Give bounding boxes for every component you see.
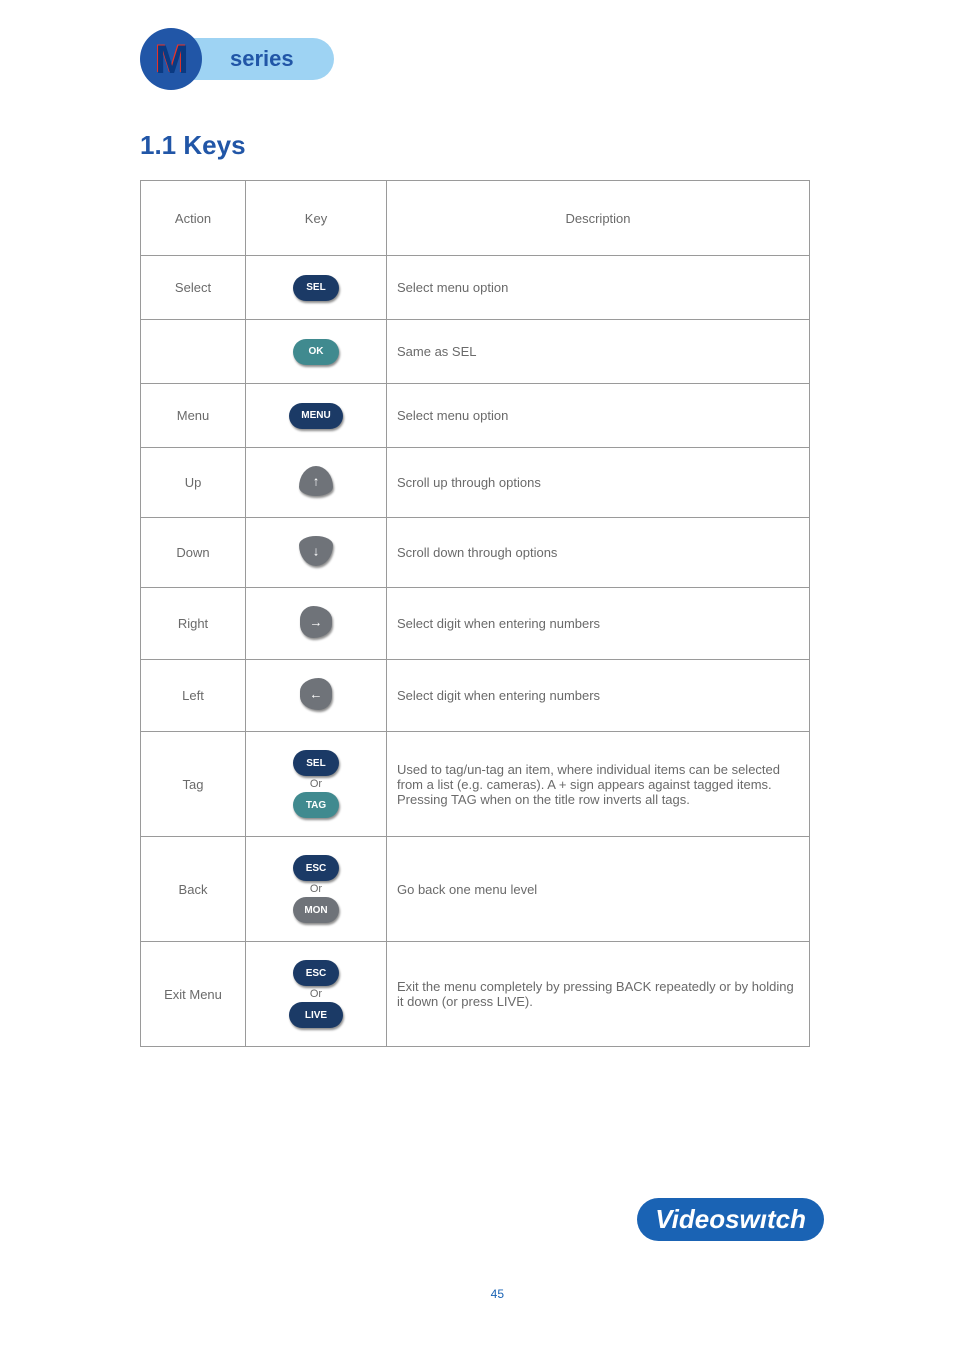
arrow-right-icon: →	[300, 606, 332, 638]
cell-desc: Same as SEL	[387, 320, 810, 384]
cell-key: MENU	[246, 384, 387, 448]
cell-desc: Select menu option	[387, 384, 810, 448]
cell-desc: Scroll down through options	[387, 518, 810, 588]
cell-action: Up	[141, 448, 246, 518]
cell-key: SEL Or TAG	[246, 732, 387, 837]
esc-key: ESC	[293, 960, 339, 986]
table-row: Select SEL Select menu option	[141, 256, 810, 320]
cell-action: Menu	[141, 384, 246, 448]
keys-table: Action Key Description Select SEL Select m…	[140, 180, 810, 1047]
or-label: Or	[310, 778, 322, 790]
cell-key: →	[246, 588, 387, 660]
tag-key: TAG	[293, 792, 339, 818]
menu-key: MENU	[289, 403, 343, 429]
cell-desc: Used to tag/un-tag an item, where indivi…	[387, 732, 810, 837]
cell-action: Right	[141, 588, 246, 660]
cell-action: Exit Menu	[141, 942, 246, 1047]
or-label: Or	[310, 883, 322, 895]
mon-key: MON	[293, 897, 339, 923]
section-heading: 1.1 Keys	[140, 130, 246, 161]
page-number: 45	[491, 1287, 504, 1301]
cell-desc: Select menu option	[387, 256, 810, 320]
cell-key: ↓	[246, 518, 387, 588]
footer-brand: Videoswıtch	[637, 1198, 824, 1241]
ok-key: OK	[293, 339, 339, 365]
th-desc: Description	[387, 181, 810, 256]
cell-action: Back	[141, 837, 246, 942]
sel-key: SEL	[293, 750, 339, 776]
sel-key: SEL	[293, 275, 339, 301]
cell-action: Tag	[141, 732, 246, 837]
cell-desc: Scroll up through options	[387, 448, 810, 518]
cell-key: OK	[246, 320, 387, 384]
table-row: OK Same as SEL	[141, 320, 810, 384]
cell-key: SEL	[246, 256, 387, 320]
table-row: Exit Menu ESC Or LIVE Exit the menu complete…	[141, 942, 810, 1047]
arrow-up-icon: ↑	[299, 466, 333, 496]
cell-desc: Exit the menu completely by pressing BAC…	[387, 942, 810, 1047]
cell-action: Down	[141, 518, 246, 588]
cell-desc: Go back one menu level	[387, 837, 810, 942]
th-key: Key	[246, 181, 387, 256]
logo-series-text: series	[230, 46, 294, 72]
cell-key: ESC Or LIVE	[246, 942, 387, 1047]
table-row: Right → Select digit when entering numbers	[141, 588, 810, 660]
esc-key: ESC	[293, 855, 339, 881]
brand-logo: MM series	[140, 28, 340, 90]
table-row: Up ↑ Scroll up through options	[141, 448, 810, 518]
cell-key: ←	[246, 660, 387, 732]
table-row: Down ↓ Scroll down through options	[141, 518, 810, 588]
cell-key: ESC Or MON	[246, 837, 387, 942]
th-action: Action	[141, 181, 246, 256]
cell-desc: Select digit when entering numbers	[387, 660, 810, 732]
table-row: Tag SEL Or TAG Used to tag/un-tag an item, w…	[141, 732, 810, 837]
table-row: Left ← Select digit when entering numbers	[141, 660, 810, 732]
cell-key: ↑	[246, 448, 387, 518]
cell-action: Left	[141, 660, 246, 732]
cell-action: Select	[141, 256, 246, 320]
table-row: Back ESC Or MON Go back one menu level	[141, 837, 810, 942]
live-key: LIVE	[289, 1002, 343, 1028]
cell-action	[141, 320, 246, 384]
cell-desc: Select digit when entering numbers	[387, 588, 810, 660]
arrow-left-icon: ←	[300, 678, 332, 710]
or-label: Or	[310, 988, 322, 1000]
table-row: Menu MENU Select menu option	[141, 384, 810, 448]
arrow-down-icon: ↓	[299, 536, 333, 566]
